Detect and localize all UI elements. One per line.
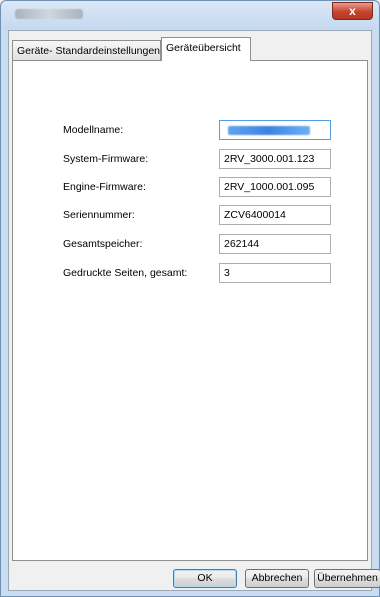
tab-panel-device-overview: Modellname: System-Firmware: 2RV_3000.00… [12,60,368,561]
model-name-field[interactable] [219,120,331,140]
system-firmware-label: System-Firmware: [63,153,149,165]
model-name-redacted [228,126,310,135]
close-button[interactable]: x [332,2,373,20]
title-bar: x [1,1,379,29]
printed-pages-field[interactable]: 3 [219,263,331,283]
printed-pages-label: Gedruckte Seiten, gesamt: [63,267,188,279]
engine-firmware-label: Engine-Firmware: [63,181,146,193]
total-memory-label: Gesamtspeicher: [63,238,143,250]
tab-device-overview[interactable]: Geräteübersicht [161,37,251,61]
properties-dialog: x Geräte- Standardeinstellungen Geräteüb… [0,0,380,597]
field-row-total-memory: Gesamtspeicher: 262144 [13,234,369,254]
engine-firmware-field[interactable]: 2RV_1000.001.095 [219,177,331,197]
ok-button[interactable]: OK [173,569,237,588]
field-row-engine-firmware: Engine-Firmware: 2RV_1000.001.095 [13,177,369,197]
cancel-button[interactable]: Abbrechen [245,569,309,588]
model-name-label: Modellname: [63,124,124,136]
serial-number-field[interactable]: ZCV6400014 [219,205,331,225]
system-firmware-field[interactable]: 2RV_3000.001.123 [219,149,331,169]
dialog-client-area: Geräte- Standardeinstellungen Geräteüber… [8,30,380,591]
total-memory-field[interactable]: 262144 [219,234,331,254]
window-title-redacted [15,9,83,19]
field-row-printed-pages: Gedruckte Seiten, gesamt: 3 [13,263,369,283]
tab-device-defaults[interactable]: Geräte- Standardeinstellungen [12,40,161,60]
serial-number-label: Seriennummer: [63,209,135,221]
apply-button[interactable]: Übernehmen [314,569,380,588]
field-row-model-name: Modellname: [13,120,369,140]
field-row-system-firmware: System-Firmware: 2RV_3000.001.123 [13,149,369,169]
field-row-serial-number: Seriennummer: ZCV6400014 [13,205,369,225]
